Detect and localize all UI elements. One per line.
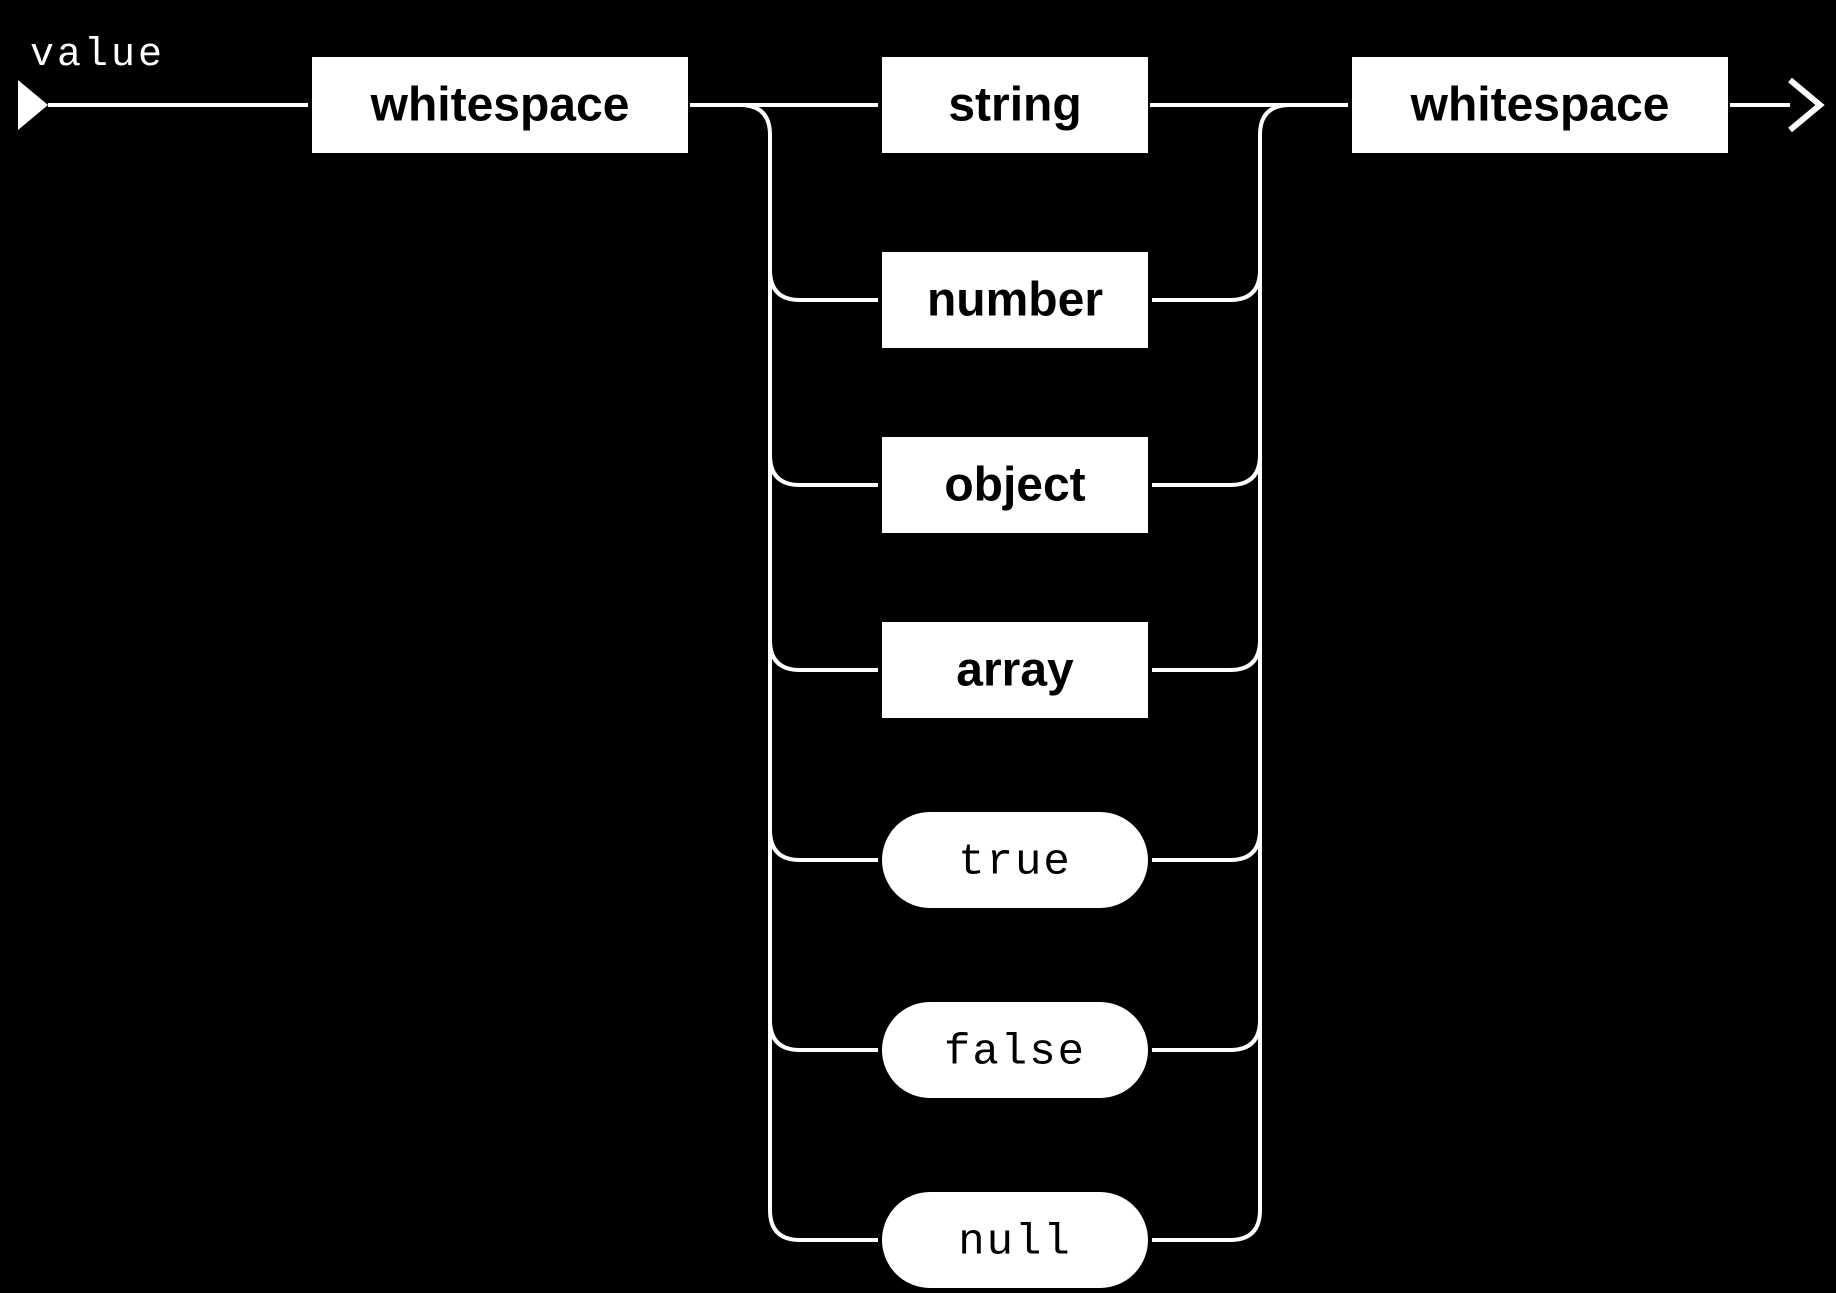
- branch-right-trunk: [1260, 105, 1290, 1210]
- diagram-title: value: [30, 33, 165, 78]
- branch-connector-right: [1150, 270, 1260, 300]
- entry-arrow-icon: [18, 80, 48, 130]
- node-whitespace-right-label: whitespace: [1410, 79, 1670, 132]
- branch-connector-right: [1150, 455, 1260, 485]
- branch-left-trunk: [740, 105, 770, 1210]
- branch-connector-left: [770, 455, 880, 485]
- branch-connector-left: [770, 830, 880, 860]
- branch-connector-right: [1150, 1210, 1260, 1240]
- node-null-label: null: [958, 1218, 1072, 1268]
- railroad-diagram: value whitespace string whitespace numbe…: [0, 0, 1836, 1293]
- node-whitespace-left-label: whitespace: [370, 79, 630, 132]
- node-array-label: array: [956, 644, 1074, 697]
- branch-connector-left: [770, 640, 880, 670]
- node-false-label: false: [944, 1028, 1086, 1078]
- node-number-label: number: [927, 274, 1103, 327]
- branch-connector-left: [770, 270, 880, 300]
- branch-connector-left: [770, 1020, 880, 1050]
- node-string-label: string: [948, 79, 1081, 132]
- branch-connector-right: [1150, 640, 1260, 670]
- node-true-label: true: [958, 838, 1072, 888]
- branch-connector-left: [770, 1210, 880, 1240]
- node-object-label: object: [944, 459, 1085, 512]
- branch-connector-right: [1150, 830, 1260, 860]
- branch-connector-right: [1150, 1020, 1260, 1050]
- exit-arrow-icon: [1790, 80, 1820, 130]
